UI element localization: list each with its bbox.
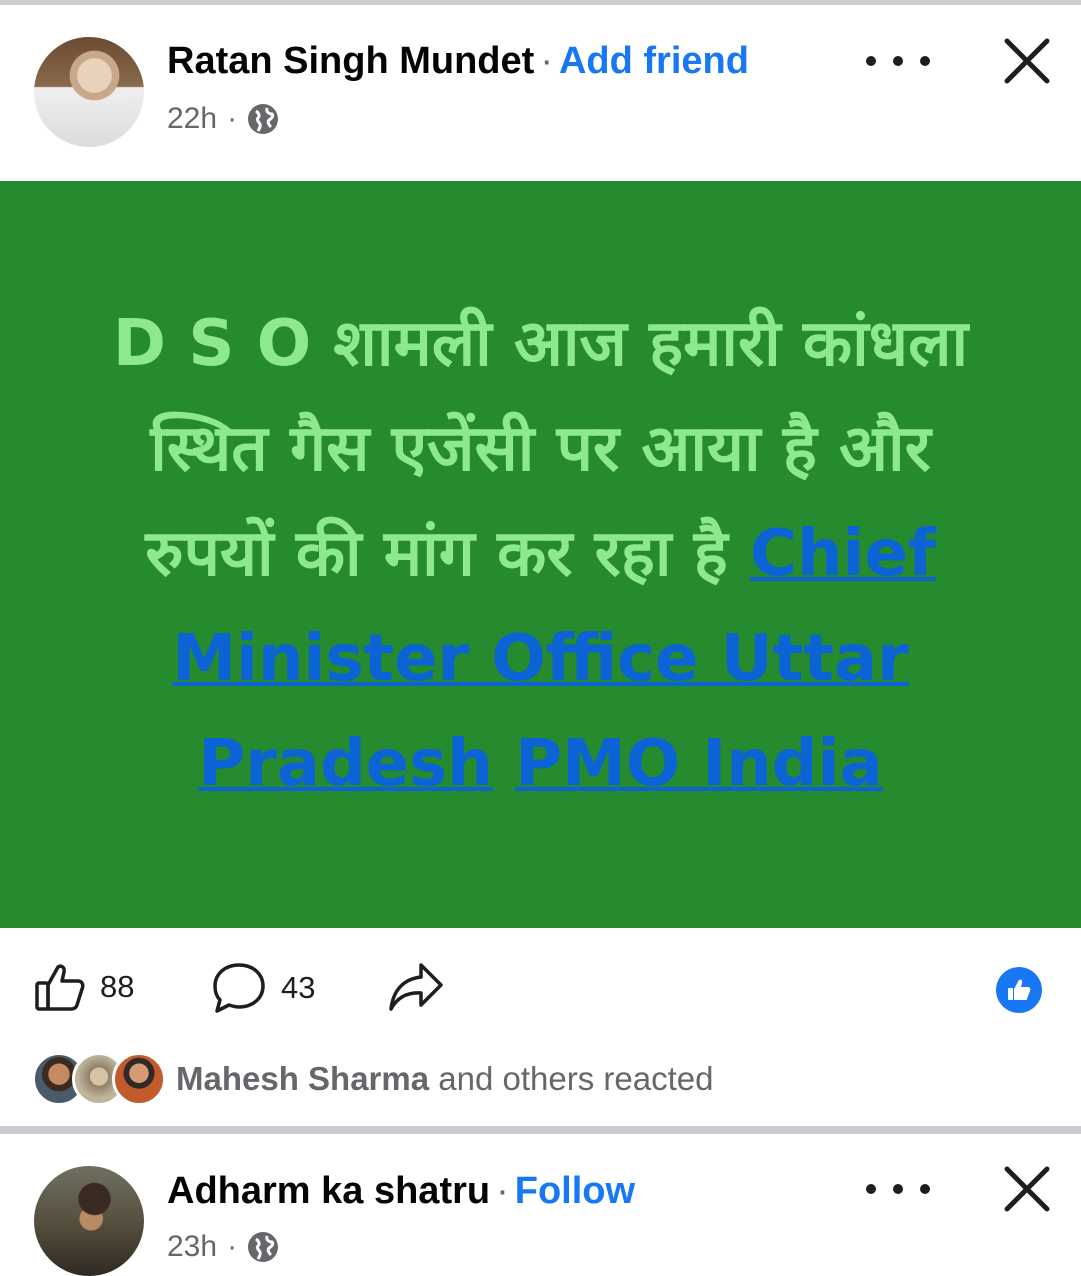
comment-icon (213, 963, 265, 1013)
post-text: D S O शामली आज हमारी कांधला स्थित गैस एज… (91, 292, 991, 817)
post-author-line: Adharm ka shatru · Follow (167, 1170, 635, 1213)
globe-icon (248, 104, 279, 134)
like-reaction-icon[interactable] (996, 967, 1042, 1013)
reactions-suffix: and others reacted (438, 1060, 714, 1097)
post-author-line: Ratan Singh Mundet · Add friend (167, 40, 749, 83)
author-name[interactable]: Ratan Singh Mundet (167, 40, 534, 82)
post-divider (0, 1126, 1081, 1134)
like-count: 88 (100, 969, 135, 1004)
close-icon[interactable] (1002, 36, 1052, 86)
like-icon (35, 964, 85, 1011)
mention-pmo-india[interactable]: PMO India (515, 727, 883, 801)
comment-button[interactable]: 43 (211, 961, 315, 1015)
post-time[interactable]: 22h (167, 102, 217, 136)
author-avatar[interactable] (34, 1166, 144, 1276)
share-button[interactable] (387, 961, 445, 1013)
globe-icon (248, 1232, 279, 1262)
comment-count: 43 (281, 970, 316, 1005)
share-icon (389, 963, 443, 1011)
more-options-icon[interactable] (866, 1174, 930, 1204)
more-options-icon[interactable] (866, 46, 930, 76)
reactions-text: Mahesh Sharma and others reacted (176, 1060, 713, 1098)
follow-button[interactable]: Follow (515, 1170, 635, 1212)
reactor-avatar (112, 1052, 166, 1106)
like-button[interactable]: 88 (34, 961, 134, 1013)
reactions-summary[interactable]: Mahesh Sharma and others reacted (32, 1050, 713, 1108)
post-action-bar: 88 43 (0, 955, 1081, 1025)
reactor-name[interactable]: Mahesh Sharma (176, 1060, 429, 1097)
post-meta: 22h · (167, 102, 279, 136)
separator-dot: · (540, 40, 553, 82)
post-text-background: D S O शामली आज हमारी कांधला स्थित गैस एज… (0, 181, 1081, 928)
post-time[interactable]: 23h (167, 1230, 217, 1264)
separator-dot: · (496, 1170, 509, 1212)
add-friend-button[interactable]: Add friend (559, 40, 749, 82)
top-divider (0, 0, 1081, 5)
close-icon[interactable] (1002, 1164, 1052, 1214)
post-meta: 23h · (167, 1230, 279, 1264)
author-avatar[interactable] (34, 37, 144, 147)
author-name[interactable]: Adharm ka shatru (167, 1170, 490, 1212)
